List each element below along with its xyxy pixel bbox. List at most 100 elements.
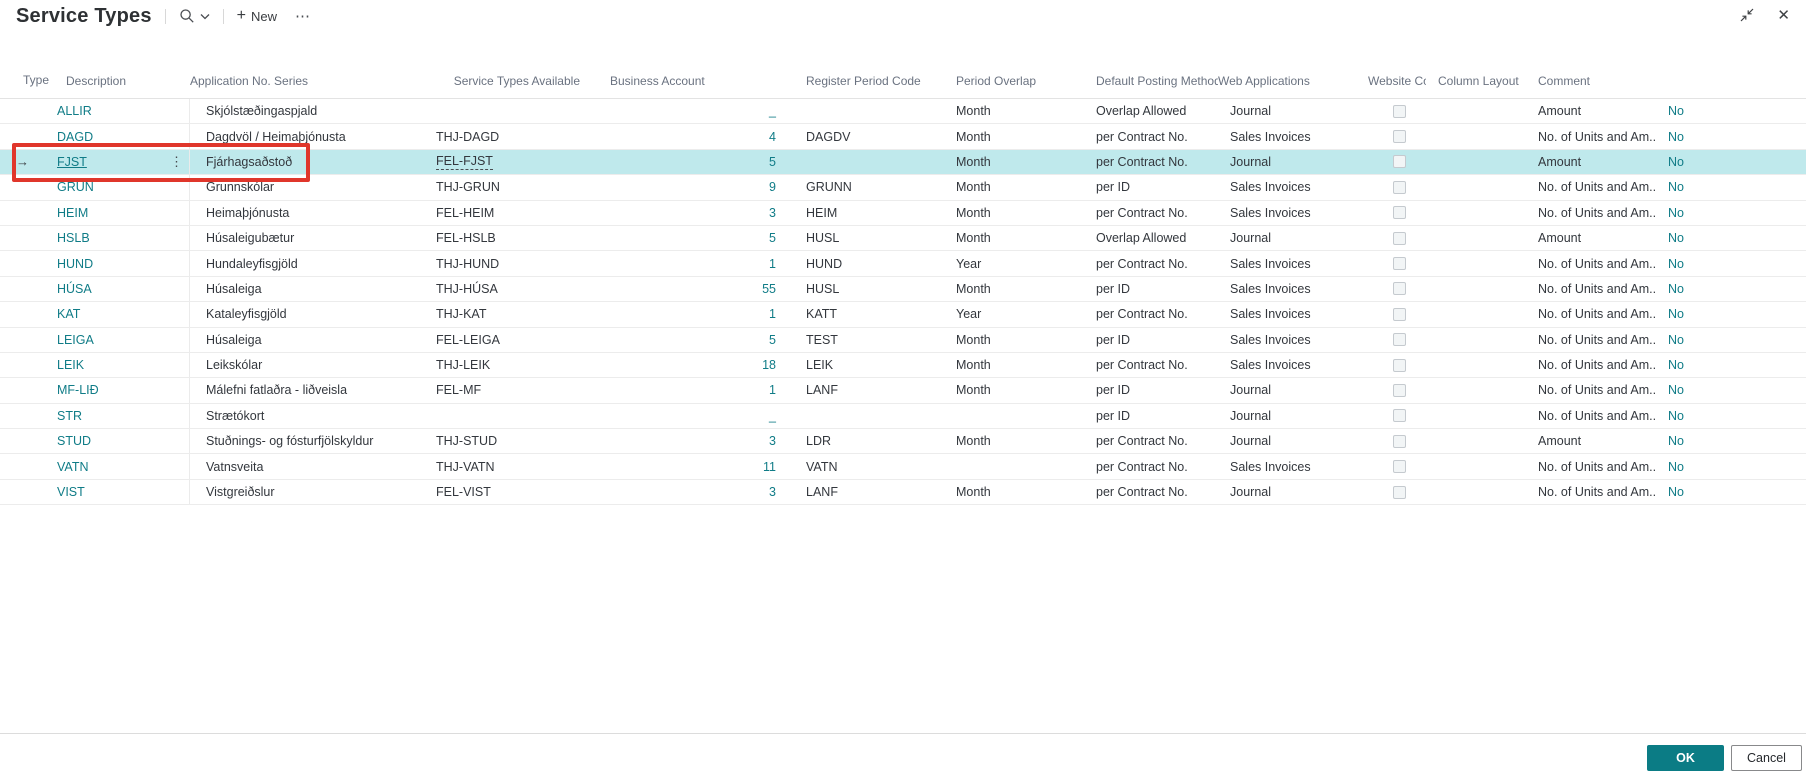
column-header-web-applications[interactable]: Web Applications (1218, 74, 1356, 98)
cell-default-posting-method[interactable]: Sales Invoices (1218, 124, 1356, 148)
table-row[interactable]: HEIMHeimaþjónustaFEL-HEIM3HEIMMonthper C… (0, 201, 1806, 226)
cell-period-overlap[interactable]: per ID (1084, 175, 1218, 199)
table-row[interactable]: VATNVatnsveitaTHJ-VATN11VATNper Contract… (0, 454, 1806, 479)
comment-link[interactable]: No (1668, 155, 1684, 169)
cell-website-code[interactable] (1426, 99, 1526, 123)
cell-service-types-available[interactable]: 1 (598, 251, 794, 275)
cell-description[interactable]: Vistgreiðslur (190, 480, 436, 504)
cell-business-account[interactable]: LANF (794, 378, 944, 402)
cell-period-overlap[interactable]: per ID (1084, 378, 1218, 402)
cell-business-account[interactable]: DAGDV (794, 124, 944, 148)
cell-register-period-code[interactable]: Month (944, 277, 1084, 301)
cell-period-overlap[interactable]: Overlap Allowed (1084, 99, 1218, 123)
comment-link[interactable]: No (1668, 180, 1684, 194)
cell-type[interactable]: LEIK (50, 353, 190, 377)
cell-application-no-series[interactable]: THJ-DAGD (436, 124, 598, 148)
cell-type[interactable]: ALLIR (50, 99, 190, 123)
cell-business-account[interactable]: HUND (794, 251, 944, 275)
table-row[interactable]: MF-LIÐMálefni fatlaðra - liðveislaFEL-MF… (0, 378, 1806, 403)
cell-type[interactable]: HUND (50, 251, 190, 275)
type-link[interactable]: DAGD (57, 130, 93, 144)
cell-column-layout[interactable]: No. of Units and Am... (1526, 175, 1656, 199)
cell-application-no-series[interactable]: THJ-LEIK (436, 353, 598, 377)
cell-column-layout[interactable]: No. of Units and Am... (1526, 404, 1656, 428)
type-link[interactable]: STUD (57, 434, 91, 448)
table-row[interactable]: STUDStuðnings- og fósturfjölskyldurTHJ-S… (0, 429, 1806, 454)
cell-description[interactable]: Stuðnings- og fósturfjölskyldur (190, 429, 436, 453)
comment-link[interactable]: No (1668, 409, 1684, 423)
available-link[interactable]: _ (769, 104, 776, 118)
cell-service-types-available[interactable]: _ (598, 404, 794, 428)
cell-description[interactable]: Fjárhagsaðstoð (190, 150, 436, 174)
cell-register-period-code[interactable]: Month (944, 99, 1084, 123)
web-applications-checkbox[interactable] (1393, 308, 1406, 321)
cell-description[interactable]: Húsaleiga (190, 277, 436, 301)
new-button[interactable]: + New (237, 8, 277, 24)
cell-business-account[interactable]: TEST (794, 328, 944, 352)
available-link[interactable]: 5 (769, 231, 776, 245)
cell-default-posting-method[interactable]: Sales Invoices (1218, 251, 1356, 275)
column-header-default-posting-method[interactable]: Default Posting Method (1084, 74, 1218, 98)
cell-website-code[interactable] (1426, 124, 1526, 148)
cell-application-no-series[interactable]: THJ-GRUN (436, 175, 598, 199)
cell-description[interactable]: Dagdvöl / Heimaþjónusta (190, 124, 436, 148)
web-applications-checkbox[interactable] (1393, 409, 1406, 422)
cell-application-no-series[interactable]: FEL-HSLB (436, 226, 598, 250)
web-applications-checkbox[interactable] (1393, 435, 1406, 448)
cell-comment[interactable]: No (1656, 302, 1790, 326)
cell-column-layout[interactable]: No. of Units and Am... (1526, 378, 1656, 402)
cell-comment[interactable]: No (1656, 429, 1790, 453)
cell-comment[interactable]: No (1656, 480, 1790, 504)
cell-type[interactable]: KAT (50, 302, 190, 326)
cell-business-account[interactable]: KATT (794, 302, 944, 326)
type-link[interactable]: FJST (57, 155, 87, 169)
web-applications-checkbox[interactable] (1393, 460, 1406, 473)
cell-service-types-available[interactable]: 55 (598, 277, 794, 301)
web-applications-checkbox[interactable] (1393, 333, 1406, 346)
cell-default-posting-method[interactable]: Sales Invoices (1218, 175, 1356, 199)
web-applications-checkbox[interactable] (1393, 257, 1406, 270)
cell-default-posting-method[interactable]: Journal (1218, 404, 1356, 428)
cell-service-types-available[interactable]: 4 (598, 124, 794, 148)
cell-application-no-series[interactable]: THJ-HUND (436, 251, 598, 275)
comment-link[interactable]: No (1668, 282, 1684, 296)
table-row[interactable]: HÚSAHúsaleigaTHJ-HÚSA55HUSLMonthper IDSa… (0, 277, 1806, 302)
column-header-period-overlap[interactable]: Period Overlap (944, 74, 1084, 98)
cell-comment[interactable]: No (1656, 124, 1790, 148)
cell-column-layout[interactable]: Amount (1526, 429, 1656, 453)
cell-comment[interactable]: No (1656, 150, 1790, 174)
cell-register-period-code[interactable]: Month (944, 353, 1084, 377)
type-link[interactable]: LEIGA (57, 333, 94, 347)
cell-application-no-series[interactable]: FEL-HEIM (436, 201, 598, 225)
cell-description[interactable]: Skjólstæðingaspjald (190, 99, 436, 123)
web-applications-checkbox[interactable] (1393, 282, 1406, 295)
cell-default-posting-method[interactable]: Sales Invoices (1218, 201, 1356, 225)
web-applications-checkbox[interactable] (1393, 130, 1406, 143)
cell-period-overlap[interactable]: per Contract No. (1084, 353, 1218, 377)
cell-type[interactable]: STR (50, 404, 190, 428)
cell-comment[interactable]: No (1656, 251, 1790, 275)
table-row[interactable]: HUNDHundaleyfisgjöldTHJ-HUND1HUNDYearper… (0, 251, 1806, 276)
cell-comment[interactable]: No (1656, 404, 1790, 428)
type-link[interactable]: STR (57, 409, 82, 423)
cell-register-period-code[interactable]: Year (944, 251, 1084, 275)
cell-register-period-code[interactable]: Month (944, 328, 1084, 352)
web-applications-checkbox[interactable] (1393, 486, 1406, 499)
cell-service-types-available[interactable]: 1 (598, 302, 794, 326)
cell-default-posting-method[interactable]: Journal (1218, 99, 1356, 123)
available-link[interactable]: 9 (769, 180, 776, 194)
cell-comment[interactable]: No (1656, 99, 1790, 123)
cell-default-posting-method[interactable]: Journal (1218, 480, 1356, 504)
cell-website-code[interactable] (1426, 277, 1526, 301)
cell-website-code[interactable] (1426, 429, 1526, 453)
cell-default-posting-method[interactable]: Sales Invoices (1218, 454, 1356, 478)
comment-link[interactable]: No (1668, 383, 1684, 397)
comment-link[interactable]: No (1668, 231, 1684, 245)
comment-link[interactable]: No (1668, 460, 1684, 474)
cell-column-layout[interactable]: No. of Units and Am... (1526, 480, 1656, 504)
cell-application-no-series[interactable]: FEL-VIST (436, 480, 598, 504)
web-applications-checkbox[interactable] (1393, 105, 1406, 118)
cell-website-code[interactable] (1426, 378, 1526, 402)
cell-register-period-code[interactable]: Year (944, 302, 1084, 326)
cell-website-code[interactable] (1426, 251, 1526, 275)
